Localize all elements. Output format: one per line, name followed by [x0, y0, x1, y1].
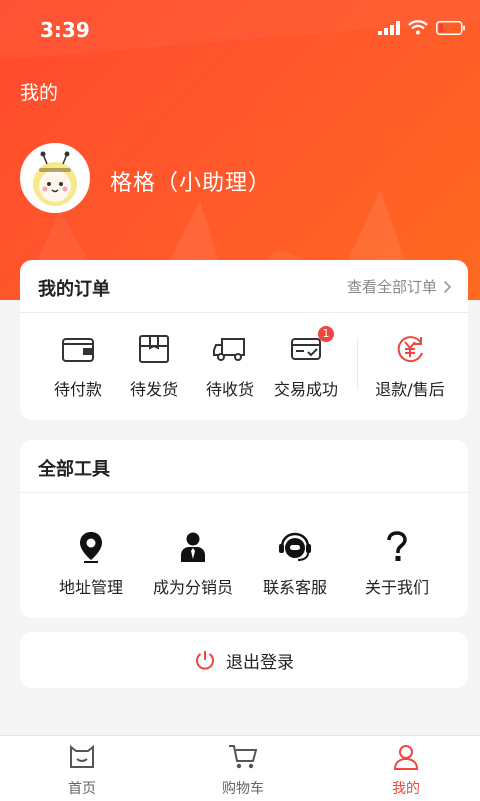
order-completed[interactable]: 1 交易成功 [261, 326, 351, 400]
businessman-icon [181, 532, 205, 562]
order-item-label: 退款/售后 [375, 380, 445, 399]
tab-home[interactable]: 首页 [32, 742, 132, 798]
order-divider [357, 338, 358, 390]
page-title: 我的 [20, 82, 59, 104]
avatar[interactable] [20, 143, 90, 213]
tools-header: 全部工具 [20, 440, 468, 493]
status-icons [378, 20, 466, 35]
view-all-orders-link[interactable]: 查看全部订单 [347, 276, 452, 297]
tools-card: 全部工具 地址管理 成为分销员 联系客服 关于我们 [20, 440, 468, 618]
order-item-label: 交易成功 [273, 380, 338, 399]
completed-count-badge: 1 [318, 326, 334, 342]
logout-label: 退出登录 [226, 652, 294, 673]
status-time: 3:39 [40, 18, 90, 42]
tools-title: 全部工具 [38, 459, 110, 480]
tool-item-label: 联系客服 [262, 578, 327, 597]
tab-label: 购物车 [222, 781, 264, 797]
tools-row: 地址管理 成为分销员 联系客服 关于我们 [20, 530, 468, 610]
order-status-row: 待付款 待发货 待收货 1 交易成功 退款/售后 [20, 326, 468, 412]
signal-icon [378, 20, 400, 35]
tool-about-us[interactable]: 关于我们 [342, 530, 452, 598]
tool-item-label: 关于我们 [364, 578, 429, 597]
headset-icon [279, 532, 311, 561]
tab-profile[interactable]: 我的 [356, 742, 456, 798]
tab-cart[interactable]: 购物车 [193, 742, 293, 798]
orders-header: 我的订单 查看全部订单 [20, 260, 468, 313]
username: 格格（小助理） [110, 171, 272, 196]
avatar-bee-icon [23, 146, 87, 210]
chevron-right-icon [443, 280, 452, 293]
order-refund-aftersale[interactable]: 退款/售后 [365, 332, 455, 400]
tool-become-distributor[interactable]: 成为分销员 [138, 530, 248, 598]
profile-icon [393, 745, 419, 770]
truck-icon [213, 338, 245, 361]
bottom-tab-bar: 首页 购物车 我的 [0, 735, 480, 801]
package-icon [139, 335, 169, 363]
tool-item-label: 成为分销员 [152, 578, 233, 597]
tool-contact-support[interactable]: 联系客服 [240, 530, 350, 598]
power-icon [196, 651, 214, 670]
battery-icon [436, 20, 465, 35]
tool-address-management[interactable]: 地址管理 [36, 530, 146, 598]
orders-card: 我的订单 查看全部订单 待付款 待发货 待收货 1 交易成功 退款/售后 [20, 260, 468, 420]
view-all-orders-label: 查看全部订单 [346, 278, 437, 296]
location-pin-icon [80, 532, 102, 563]
tab-label: 我的 [392, 781, 420, 797]
tool-item-label: 地址管理 [58, 578, 123, 597]
home-icon [70, 744, 94, 768]
wifi-icon [408, 20, 428, 35]
status-bar: 3:39 [0, 0, 480, 60]
card-check-icon [291, 338, 321, 360]
cart-icon [229, 745, 258, 769]
profile-header: 3:39 我的 格格（小助理） [0, 0, 480, 300]
tab-label: 首页 [68, 781, 96, 797]
orders-title: 我的订单 [38, 279, 110, 300]
wallet-icon [62, 338, 94, 362]
logout-button[interactable]: 退出登录 [20, 632, 468, 688]
question-mark-icon [387, 531, 407, 561]
refund-yen-icon [397, 336, 423, 363]
